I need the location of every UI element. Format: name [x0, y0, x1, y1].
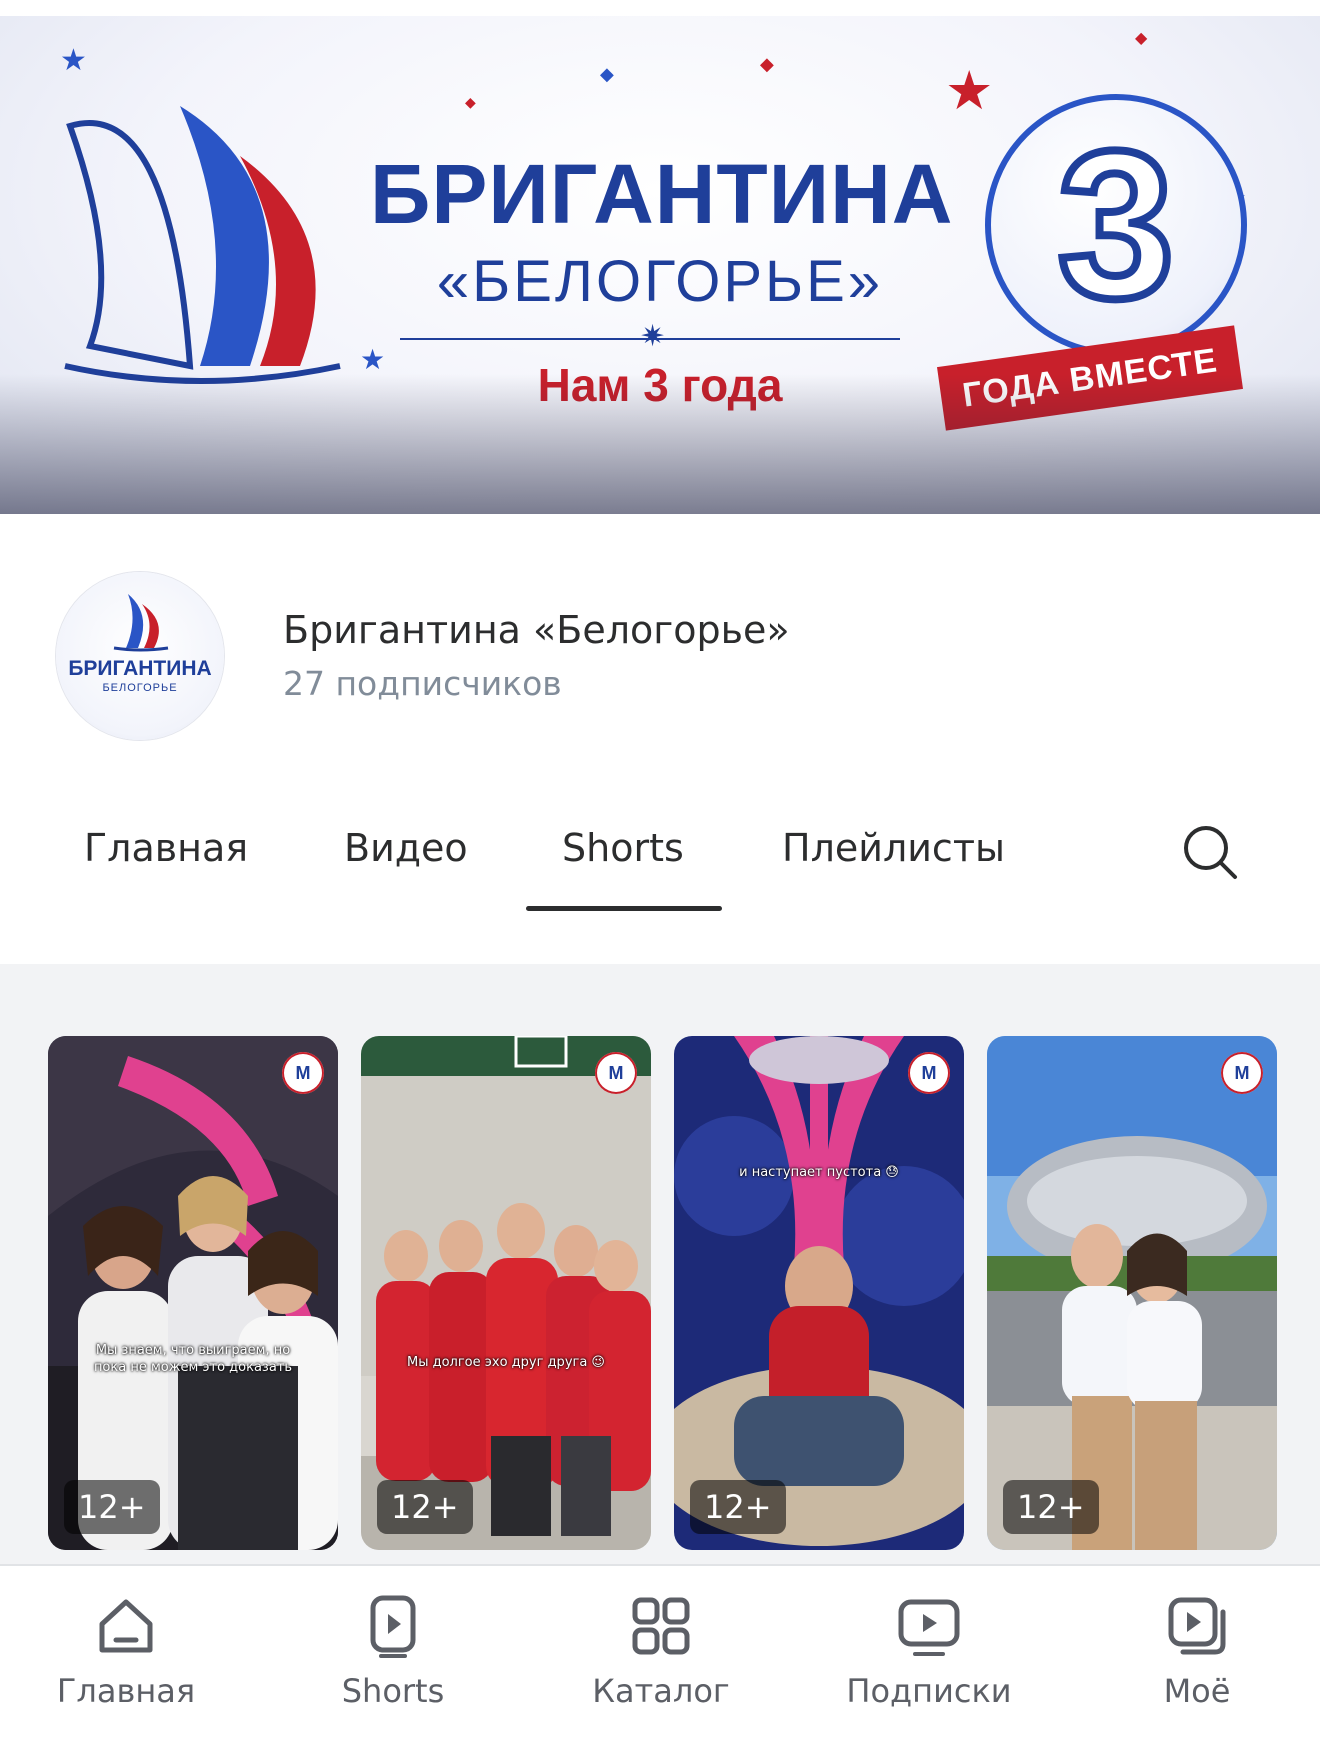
star-icon: ★: [60, 43, 87, 78]
short-card[interactable]: М и наступает пустота 😓 12+: [674, 1036, 964, 1550]
confetti-icon: ◆: [760, 54, 774, 75]
tab-home[interactable]: Главная: [84, 826, 248, 870]
search-icon[interactable]: [1180, 822, 1240, 882]
nav-my-label: Моё: [1163, 1672, 1231, 1710]
avatar-title: БРИГАНТИНА: [68, 657, 212, 680]
short-caption: и наступает пустота 😓: [739, 1165, 899, 1180]
channel-avatar[interactable]: БРИГАНТИНА БЕЛОГОРЬЕ: [56, 572, 224, 740]
short-caption: Мы знаем, что выиграем, но пока не можем…: [93, 1343, 293, 1375]
nav-home-label: Главная: [56, 1672, 196, 1710]
sailboat-logo-icon: [64, 106, 341, 384]
confetti-icon: ◆: [1135, 28, 1148, 47]
shorts-icon: [370, 1595, 416, 1658]
short-card[interactable]: М Мы знаем, что выиграем, но пока не мож…: [48, 1036, 338, 1550]
tab-playlists[interactable]: Плейлисты: [782, 826, 1005, 870]
nav-shorts[interactable]: Shorts: [283, 1594, 503, 1710]
channel-mark-icon: М: [1221, 1052, 1263, 1094]
channel-banner: ★ ★ ★ ★ ◆ ◆ ◆ ◆ БРИГАНТИНА «БЕЛОГОРЬЕ» ✷…: [0, 16, 1320, 514]
confetti-icon: ◆: [465, 95, 476, 111]
anniversary-number: 3: [985, 94, 1247, 356]
nav-home[interactable]: Главная: [16, 1594, 236, 1710]
sailboat-logo-icon: [113, 594, 169, 652]
nav-catalog-label: Каталог: [592, 1672, 730, 1710]
short-card[interactable]: М 12+: [987, 1036, 1277, 1550]
my-videos-icon: [1168, 1597, 1226, 1655]
short-thumbnail: [987, 1036, 1277, 1550]
nav-my[interactable]: Моё: [1087, 1594, 1307, 1710]
channel-mark-icon: М: [595, 1052, 637, 1094]
short-thumbnail: [48, 1036, 338, 1550]
subscriptions-icon: [898, 1599, 960, 1656]
banner-subtitle: «БЕЛОГОРЬЕ»: [436, 249, 884, 314]
age-rating-badge: 12+: [690, 1480, 786, 1534]
nav-subscriptions-label: Подписки: [846, 1672, 1012, 1710]
bottom-navigation: Главная Shorts Каталог Подписки Моё: [0, 1564, 1320, 1758]
channel-mark-icon: М: [908, 1052, 950, 1094]
short-thumbnail: [361, 1036, 651, 1550]
nav-subscriptions[interactable]: Подписки: [819, 1594, 1039, 1710]
tab-video[interactable]: Видео: [344, 826, 468, 870]
channel-mark-icon: М: [282, 1052, 324, 1094]
confetti-icon: ◆: [600, 64, 614, 85]
tab-shorts[interactable]: Shorts: [562, 826, 684, 870]
short-thumbnail: [674, 1036, 964, 1550]
banner-title: БРИГАНТИНА: [370, 147, 954, 241]
channel-name[interactable]: Бригантина «Белогорье»: [283, 608, 790, 652]
star-icon: ★: [945, 59, 994, 122]
home-icon: [99, 1599, 153, 1653]
subscriber-count: 27 подписчиков: [283, 664, 562, 703]
short-card[interactable]: М Мы долгое эхо друг друга 😉 12+: [361, 1036, 651, 1550]
short-caption: Мы долгое эхо друг друга 😉: [406, 1355, 605, 1370]
age-rating-badge: 12+: [377, 1480, 473, 1534]
banner-shade: [0, 374, 1320, 514]
age-rating-badge: 12+: [64, 1480, 160, 1534]
nav-catalog[interactable]: Каталог: [551, 1594, 771, 1710]
compass-star-icon: ✷: [640, 319, 666, 354]
nav-shorts-label: Shorts: [341, 1672, 445, 1710]
age-rating-badge: 12+: [1003, 1480, 1099, 1534]
active-tab-indicator: [526, 906, 722, 911]
avatar-subtitle: БЕЛОГОРЬЕ: [102, 682, 178, 694]
catalog-icon: [632, 1597, 690, 1655]
